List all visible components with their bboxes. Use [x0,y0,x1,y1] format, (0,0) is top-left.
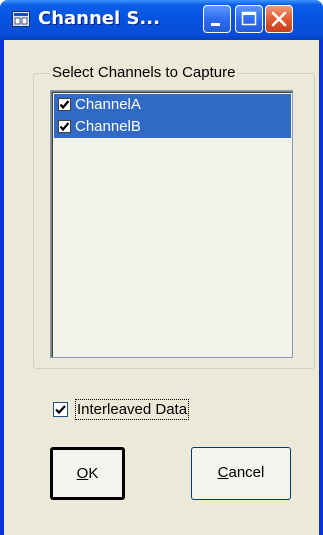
checkmark-icon [55,405,66,415]
minimize-icon [211,23,220,26]
cancel-label-rest: ancel [228,464,265,481]
cancel-mnemonic: C [217,464,229,481]
cancel-button[interactable]: Cancel [191,447,291,500]
ok-mnemonic: O [76,465,89,482]
close-button[interactable] [265,5,293,33]
channel-b-label: ChannelB [75,118,141,135]
maximize-button[interactable] [235,5,263,33]
checkmark-icon [59,122,70,132]
interleaved-data-checkbox[interactable] [53,402,68,417]
app-icon [12,11,30,27]
ok-label-rest: K [88,465,99,482]
title-bar[interactable]: Channel S... [0,0,323,40]
close-icon [271,11,287,27]
minimize-button[interactable] [203,5,231,33]
channel-a-checkbox[interactable] [58,98,71,111]
interleaved-data-label[interactable]: Interleaved Data [75,399,190,420]
ok-button-label: OK [52,465,123,482]
window-title: Channel S... [38,8,160,29]
cancel-button-label: Cancel [192,464,290,481]
maximize-icon [241,11,257,26]
list-item-channel-a[interactable]: ChannelA [54,94,291,116]
list-item-channel-b[interactable]: ChannelB [54,116,291,138]
channel-b-checkbox[interactable] [58,120,71,133]
checkmark-icon [59,100,70,110]
ok-button[interactable]: OK [50,447,125,500]
channel-listbox[interactable]: ChannelA ChannelB [50,90,293,358]
channel-a-label: ChannelA [75,96,141,113]
groupbox-legend: Select Channels to Capture [50,64,238,81]
